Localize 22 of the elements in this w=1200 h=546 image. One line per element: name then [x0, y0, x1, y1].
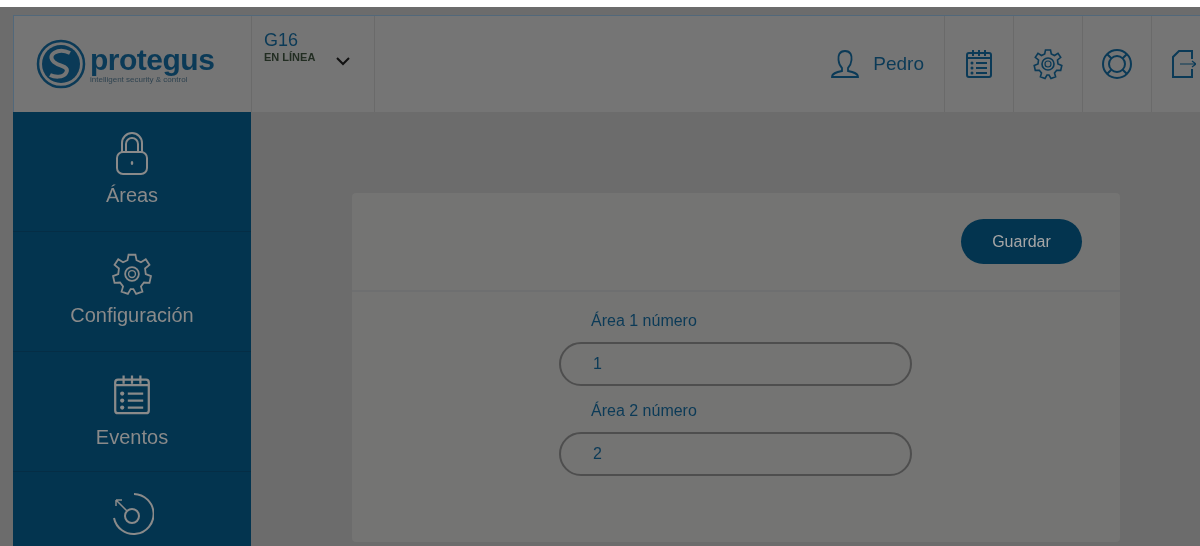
padlock-icon [115, 132, 149, 176]
logout-icon [1170, 47, 1196, 81]
settings-icon [1032, 48, 1064, 80]
device-status: EN LÍNEA [264, 51, 316, 63]
save-button[interactable]: Guardar [961, 219, 1082, 264]
sidebar-item[interactable]: Eventos [13, 352, 251, 472]
field-label: Área 1 número [590, 312, 697, 330]
lifebuoy-icon [1101, 48, 1133, 80]
sidebar-item[interactable]: Áreas [13, 112, 251, 232]
gear-icon [110, 252, 154, 296]
logo-icon [36, 39, 86, 89]
input-field[interactable]: 1 [559, 342, 912, 386]
input-field[interactable]: 2 [559, 432, 912, 476]
user-icon [829, 48, 862, 80]
logo-name: protegus [90, 44, 215, 75]
device-selector[interactable]: G16 EN LÍNEA [252, 16, 375, 112]
device-name: G16 [264, 30, 300, 51]
calendar-icon [964, 48, 994, 80]
dial-icon [110, 492, 154, 536]
chevron-down-icon [335, 56, 352, 66]
field-label: Área 2 número [590, 402, 697, 420]
sidebar-item[interactable]: Configuración [13, 232, 251, 352]
